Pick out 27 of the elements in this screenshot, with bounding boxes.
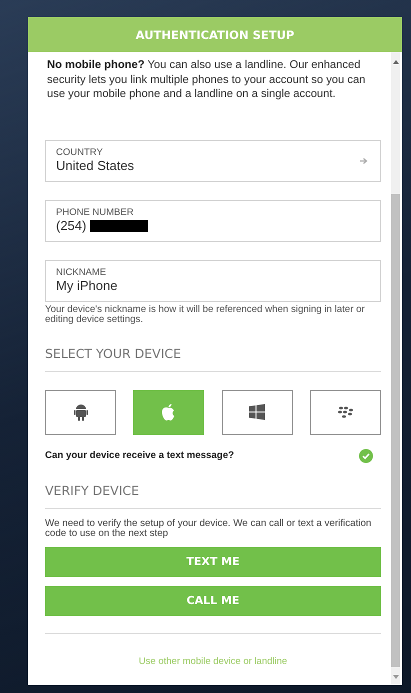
help-text: Your device's nickname is how it will be referenced when signing in later or editing device settings.: [45, 304, 366, 324]
country-select[interactable]: COUNTRY United States: [45, 140, 381, 182]
field-value: (254): [56, 218, 86, 234]
apple-icon: [161, 403, 176, 421]
intro-paragraph: No mobile phone? You can also use a landline. Our enhanced security lets you link multiple phones to your account so you can use your mobile phone and a landline on a single account.: [47, 58, 366, 102]
arrow-right-icon: [360, 156, 368, 164]
question-label: Can your device receive a text message?: [45, 450, 234, 461]
field-value: United States: [56, 158, 134, 174]
section-heading: SELECT YOUR DEVICE: [45, 346, 182, 360]
windows-logo-icon: [249, 404, 266, 420]
field-label: PHONE NUMBER: [56, 207, 135, 218]
scrollbar[interactable]: [391, 52, 400, 685]
android-robot-icon: [74, 403, 88, 421]
scroll-up-icon[interactable]: [392, 60, 398, 64]
field-value: My iPhone: [56, 278, 118, 294]
check-icon[interactable]: [359, 448, 373, 462]
field-label: COUNTRY: [56, 147, 104, 158]
input-field[interactable]: PHONE NUMBER (254): [45, 200, 381, 242]
scroll-down-icon[interactable]: [392, 675, 398, 679]
blackberry-logo-icon: [337, 406, 354, 418]
device-option[interactable]: [45, 390, 116, 434]
field-label: NICKNAME: [56, 267, 108, 278]
dialog-title: AUTHENTICATION SETUP: [136, 28, 294, 42]
device-option[interactable]: [222, 390, 293, 434]
verify-description: We need to verify the setup of your device. We can call or text a verification code to use on the next step: [45, 518, 372, 538]
section-heading: VERIFY DEVICE: [45, 482, 140, 498]
input-field[interactable]: NICKNAME My iPhone: [45, 260, 381, 302]
